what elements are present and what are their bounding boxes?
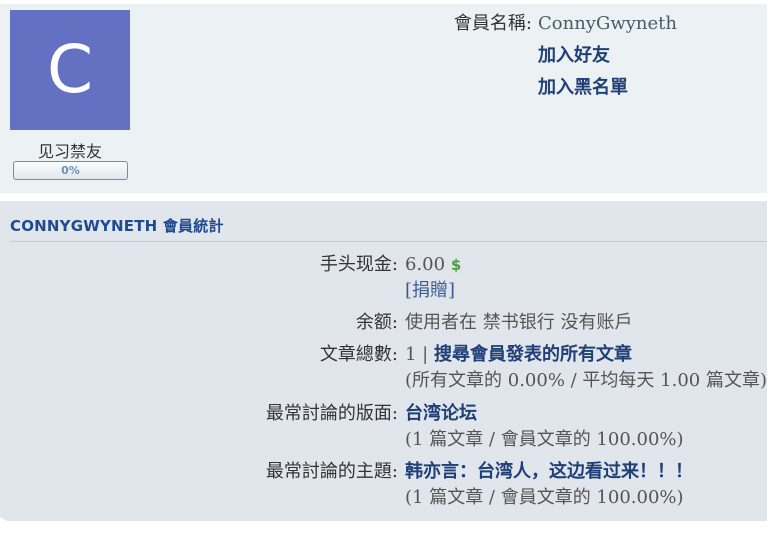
dollar-icon: $ — [450, 256, 462, 274]
posts-count: 1 | — [405, 344, 429, 365]
active-topic-link[interactable]: 韩亦言：台湾人，这边看过来！！！ — [405, 459, 693, 485]
cash-value: 6.00 — [405, 254, 446, 275]
cash-value-group: 6.00 $ — [405, 252, 461, 278]
profile-panel: C 见习禁友 0% 會員名稱: ConnyGwyneth 加入好友 加入黑名單 — [0, 4, 767, 193]
rank-title: 见习禁友 — [37, 142, 102, 161]
stats-panel: CONNYGWYNETH 會員統計 手头现金: 6.00 $ [捐贈] 余额: … — [0, 201, 767, 521]
donate-link[interactable]: [捐贈] — [405, 278, 455, 304]
active-forum-label: 最常討論的版面: — [265, 403, 398, 424]
cash-label: 手头现金: — [319, 254, 398, 275]
panel-corner-marker — [0, 517, 7, 525]
username-value: ConnyGwyneth — [538, 13, 677, 34]
posts-sub: (所有文章的 0.00% / 平均每天 1.00 篇文章) — [405, 370, 767, 391]
search-posts-link[interactable]: 搜尋會員發表的所有文章 — [434, 344, 632, 365]
rank-progress-text: 0% — [61, 164, 80, 177]
stats-divider — [10, 241, 767, 242]
username-label: 會員名稱: — [453, 13, 532, 34]
active-topic-label: 最常討論的主題: — [265, 461, 398, 482]
add-blacklist-link[interactable]: 加入黑名單 — [538, 76, 628, 100]
stats-heading: CONNYGWYNETH 會員統計 — [10, 217, 224, 235]
panel-corner-marker — [0, 193, 7, 201]
active-forum-sub: (1 篇文章 / 會員文章的 100.00%) — [405, 429, 684, 450]
posts-label: 文章總數: — [319, 344, 398, 365]
balance-label: 余额: — [355, 312, 398, 333]
balance-value: 使用者在 禁书银行 没有账戶 — [405, 312, 633, 333]
add-friend-link[interactable]: 加入好友 — [538, 44, 610, 68]
active-topic-sub: (1 篇文章 / 會員文章的 100.00%) — [405, 487, 684, 508]
rank-progress-bar: 0% — [13, 161, 128, 180]
posts-value-group: 1 | 搜尋會員發表的所有文章 — [405, 342, 632, 368]
avatar-letter: C — [46, 31, 94, 108]
avatar[interactable]: C — [10, 10, 130, 130]
active-forum-link[interactable]: 台湾论坛 — [405, 401, 477, 427]
